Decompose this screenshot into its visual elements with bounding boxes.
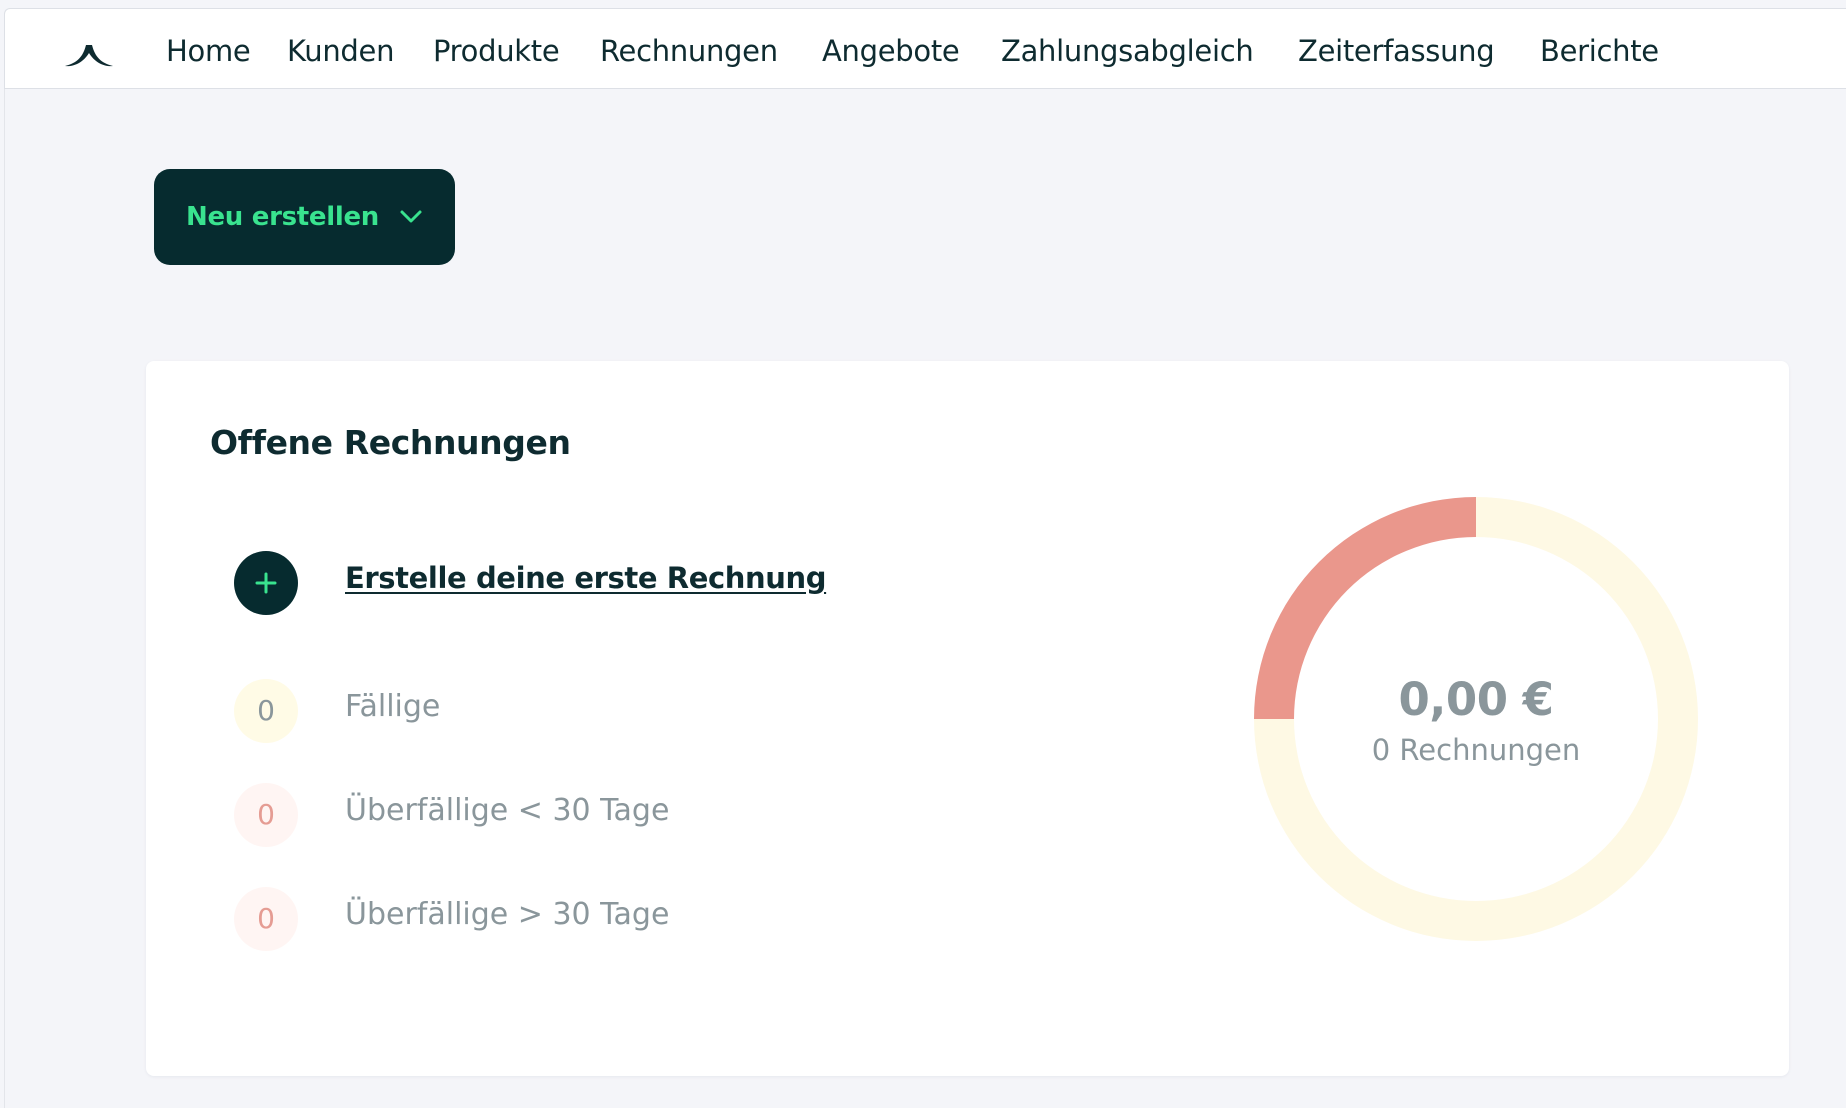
overdue-under-30-label: Überfällige < 30 Tage [345, 793, 670, 828]
nav-item-rechnungen[interactable]: Rechnungen [600, 31, 778, 71]
due-count-badge: 0 [234, 679, 298, 743]
nav-item-kunden[interactable]: Kunden [287, 31, 394, 71]
plus-icon[interactable] [234, 551, 298, 615]
new-create-button-label: Neu erstellen [186, 202, 380, 232]
new-create-button[interactable]: Neu erstellen [154, 169, 455, 265]
window-border [4, 89, 5, 1108]
donut-total-amount: 0,00 € [1398, 673, 1554, 726]
nav-item-home[interactable]: Home [166, 31, 251, 71]
brand-logo-icon[interactable] [59, 31, 119, 71]
open-invoices-donut-chart: 0,00 € 0 Rechnungen [1252, 495, 1700, 943]
nav-item-zahlungsabgleich[interactable]: Zahlungsabgleich [1001, 31, 1254, 71]
open-invoices-title: Offene Rechnungen [210, 423, 571, 462]
nav-item-zeiterfassung[interactable]: Zeiterfassung [1298, 31, 1495, 71]
top-navigation: Home Kunden Produkte Rechnungen Angebote… [4, 8, 1846, 89]
due-label: Fällige [345, 689, 441, 724]
overdue-over-30-label: Überfällige > 30 Tage [345, 897, 670, 932]
open-invoices-card: Offene Rechnungen Erstelle deine erste R… [146, 361, 1789, 1076]
chevron-down-icon [400, 210, 422, 223]
nav-item-angebote[interactable]: Angebote [822, 31, 960, 71]
nav-item-berichte[interactable]: Berichte [1540, 31, 1659, 71]
nav-item-produkte[interactable]: Produkte [433, 31, 560, 71]
create-first-invoice-link[interactable]: Erstelle deine erste Rechnung [345, 561, 827, 595]
donut-invoice-count: 0 Rechnungen [1371, 733, 1581, 767]
overdue-over-30-count-badge: 0 [234, 887, 298, 951]
overdue-under-30-count-badge: 0 [234, 783, 298, 847]
